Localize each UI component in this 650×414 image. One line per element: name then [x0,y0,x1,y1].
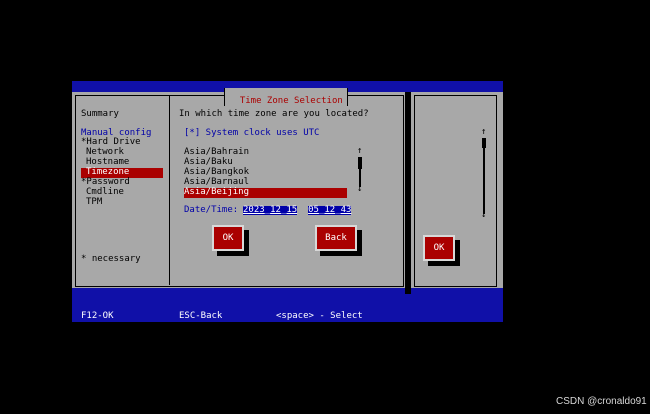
right-scroll-down-icon[interactable]: ↓ [481,211,486,220]
list-scroll-up-icon[interactable]: ↑ [357,147,362,156]
date-spacer [297,206,308,215]
timezone-list[interactable]: Asia/Bahrain Asia/Baku Asia/Bangkok Asia… [184,148,347,198]
footer-space: <space> - Select [276,311,363,321]
utc-checkbox[interactable]: [*] System clock uses UTC [184,129,319,138]
second-field[interactable]: 43 [340,206,352,215]
datetime-fields: 2023 _ 12 _ 15 05 _ 12 _ 43 [243,206,352,215]
right-scroll-up-icon[interactable]: ↑ [481,128,486,137]
sidebar-item-tpm[interactable]: TPM [81,198,163,208]
datetime-label: Date/Time: [184,205,239,215]
footer-f12: F12-OK [81,311,114,321]
month-field[interactable]: 12 [270,206,281,215]
sidebar-divider [169,96,170,285]
year-field[interactable]: 2023 [243,206,265,215]
dialog-title: Time Zone Selection [224,88,348,106]
back-button[interactable]: Back [315,225,357,251]
list-scrollbar-thumb[interactable] [358,157,362,169]
bottom-blue-bar [72,288,503,300]
hour-field[interactable]: 05 [308,206,319,215]
list-scroll-down-icon[interactable]: ↓ [357,185,362,194]
ok-button[interactable]: OK [212,225,244,251]
right-scrollbar-thumb[interactable] [482,138,486,148]
timezone-item-selected[interactable]: Asia/Beijing [184,188,347,198]
day-field[interactable]: 15 [286,206,298,215]
minute-field[interactable]: 12 [324,206,336,215]
right-ok-button[interactable]: OK [423,235,455,261]
watermark: CSDN @cronaldo91 [556,396,647,407]
footer-esc: ESC-Back [179,311,223,321]
sidebar-list: *Hard Drive Network Hostname Timezone *P… [81,138,163,208]
sidebar-summary[interactable]: Summary [81,110,119,119]
timezone-question: In which time zone are you located? [179,109,369,119]
right-scrollbar-track [483,148,485,214]
necessary-note: * necessary [81,254,141,264]
